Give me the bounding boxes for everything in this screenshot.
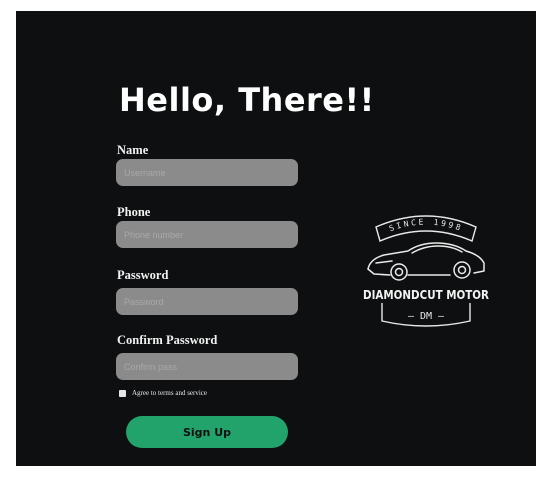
signup-panel: Hello, There!! Name Phone Password Confi… <box>16 11 536 466</box>
terms-label: Agree to terms and service <box>132 389 208 397</box>
confirm-password-label: Confirm Password <box>117 333 218 347</box>
diamondcut-motor-logo: SINCE 1998 DIAMONDCUT MOTOR — DM — <box>363 215 489 327</box>
name-input[interactable] <box>116 159 298 186</box>
phone-input[interactable] <box>116 221 298 248</box>
page-title: Hello, There!! <box>119 81 375 119</box>
phone-label: Phone <box>117 205 151 219</box>
confirm-password-input[interactable] <box>116 353 298 380</box>
logo-initials-text: — DM — <box>408 311 445 322</box>
terms-checkbox[interactable] <box>119 389 126 397</box>
name-label: Name <box>117 143 149 157</box>
logo-brand-text: DIAMONDCUT MOTOR <box>363 288 489 302</box>
terms-row: Agree to terms and service <box>119 389 207 397</box>
password-label: Password <box>117 268 169 282</box>
password-input[interactable] <box>116 288 298 315</box>
sign-up-button[interactable]: Sign Up <box>126 416 288 448</box>
car-icon <box>367 242 485 281</box>
